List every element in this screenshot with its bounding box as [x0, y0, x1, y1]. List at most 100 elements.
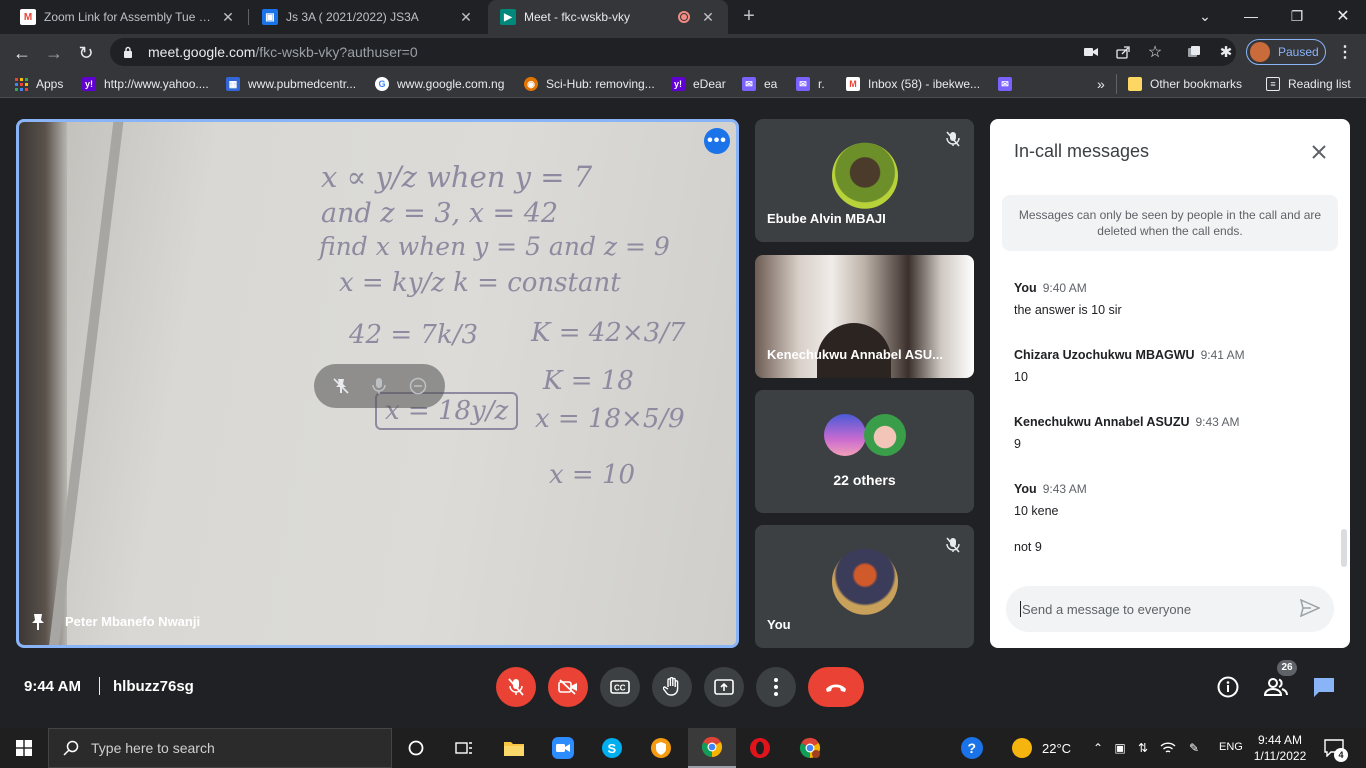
bookmark-edear[interactable]: y! eDear: [671, 75, 726, 93]
message-text: the answer is 10 sir: [1014, 303, 1122, 317]
chat-panel: In-call messages Messages can only be se…: [990, 119, 1350, 648]
raise-hand-button[interactable]: [652, 667, 692, 707]
chrome-taskbar-icon[interactable]: [688, 728, 736, 768]
bookmark-pubmed[interactable]: ▦ www.pubmedcentr...: [226, 75, 356, 93]
yahoo-icon: y!: [671, 77, 685, 91]
bookmark-label: www.pubmedcentr...: [248, 77, 357, 91]
bookmark-inbox[interactable]: M Inbox (58) - ibekwe...: [846, 75, 980, 93]
chat-icon[interactable]: [1310, 673, 1338, 701]
profile-button[interactable]: Paused: [1246, 39, 1326, 65]
reading-list-button[interactable]: ≡ Reading list: [1266, 75, 1351, 93]
more-options-button[interactable]: [756, 667, 796, 707]
windows-start-button[interactable]: [0, 728, 48, 768]
forward-button[interactable]: →: [41, 40, 67, 66]
profile-avatar: [1250, 42, 1270, 62]
taskbar-clock[interactable]: 9:44 AM 1/11/2022: [1250, 732, 1310, 764]
others-tile[interactable]: 22 others: [755, 390, 974, 513]
bookmark-apps[interactable]: Apps: [14, 75, 63, 93]
task-view-icon[interactable]: [440, 728, 488, 768]
address-bar[interactable]: meet.google.com/fkc-wskb-vky?authuser=0: [110, 38, 1236, 66]
bookmark-label: http://www.yahoo....: [104, 77, 209, 91]
folder-icon: [1128, 77, 1142, 91]
meet-tray-icon[interactable]: ▣: [1112, 740, 1128, 756]
back-button[interactable]: ←: [9, 40, 35, 66]
participant-tile[interactable]: Ebube Alvin MBAJI: [755, 119, 974, 242]
mute-participant-icon[interactable]: [368, 375, 390, 397]
tab-search-icon[interactable]: ⌄: [1182, 0, 1228, 32]
bookmark-mail[interactable]: ✉: [998, 75, 1020, 93]
close-window-button[interactable]: ✕: [1320, 0, 1366, 32]
extension-media-icon[interactable]: [1184, 42, 1204, 62]
participant-name: Kenechukwu Annabel ASU...: [767, 347, 944, 362]
chrome-profile-icon[interactable]: [786, 728, 834, 768]
bookmark-google[interactable]: G www.google.com.ng: [375, 75, 504, 93]
opera-icon[interactable]: [736, 728, 784, 768]
participant-video-tile[interactable]: Kenechukwu Annabel ASU...: [755, 255, 974, 378]
reload-button[interactable]: ↻: [73, 40, 99, 66]
new-tab-button[interactable]: +: [738, 6, 760, 28]
captions-button[interactable]: CC: [600, 667, 640, 707]
mic-off-icon: [946, 131, 962, 147]
whiteboard-line: and z = 3, x = 42: [321, 198, 559, 229]
self-tile[interactable]: You: [755, 525, 974, 648]
input-language[interactable]: ENG: [1219, 741, 1243, 753]
maximize-button[interactable]: ❐: [1274, 0, 1320, 32]
close-icon[interactable]: [1306, 139, 1332, 165]
bookmark-scihub[interactable]: ◉ Sci-Hub: removing...: [524, 75, 655, 93]
leave-call-button[interactable]: [808, 667, 864, 707]
close-tab-icon[interactable]: ✕: [700, 9, 716, 26]
skype-icon[interactable]: S: [588, 728, 636, 768]
people-icon[interactable]: [1262, 673, 1290, 701]
whiteboard-line: find x when y = 5 and z = 9: [319, 232, 670, 261]
share-icon[interactable]: [1113, 42, 1133, 62]
message-sender: Kenechukwu Annabel ASUZU: [1014, 415, 1190, 429]
chevron-up-icon[interactable]: ⌃: [1090, 740, 1106, 756]
bookmark-label: r.: [818, 77, 825, 91]
chat-message-input[interactable]: Send a message to everyone: [1006, 586, 1334, 632]
brave-vpn-icon[interactable]: [637, 728, 685, 768]
taskbar-search-box[interactable]: Type here to search: [48, 728, 392, 768]
tile-options-button[interactable]: •••: [704, 128, 730, 154]
bookmarks-overflow-button[interactable]: »: [1097, 75, 1105, 93]
close-tab-icon[interactable]: ✕: [458, 9, 474, 26]
clock-time: 9:44 AM: [1257, 733, 1303, 747]
whiteboard-line: 42 = 7k/3: [349, 320, 478, 350]
tab-meet-active[interactable]: ▶ Meet - fkc-wskb-vky ✕: [488, 0, 728, 34]
wifi-icon[interactable]: [1160, 740, 1176, 756]
send-icon[interactable]: [1299, 598, 1321, 619]
tab-gmail[interactable]: M Zoom Link for Assembly Tue - Th ✕: [8, 0, 248, 34]
bookmark-r[interactable]: ✉ r.: [796, 75, 825, 93]
apps-grid-icon: [14, 77, 28, 91]
weather-widget[interactable]: 22°C: [1012, 728, 1071, 768]
microphone-toggle-button[interactable]: [496, 667, 536, 707]
bookmark-label: Apps: [36, 77, 64, 91]
present-screen-button[interactable]: [704, 667, 744, 707]
close-tab-icon[interactable]: ✕: [220, 9, 236, 26]
chrome-menu-icon[interactable]: ⋮: [1335, 42, 1355, 62]
bookmark-ea[interactable]: ✉ ea: [742, 75, 777, 93]
extensions-puzzle-icon[interactable]: ✱: [1216, 42, 1236, 62]
other-bookmarks-folder[interactable]: Other bookmarks: [1128, 75, 1242, 93]
main-speaker-tile[interactable]: x ∝ y/z when y = 7 and z = 3, x = 42 fin…: [16, 119, 739, 648]
bookmark-label: Other bookmarks: [1150, 77, 1243, 91]
chat-scrollbar[interactable]: [1341, 529, 1347, 567]
cortana-icon[interactable]: [392, 728, 440, 768]
avatar: [831, 548, 898, 615]
network-activity-icon[interactable]: ⇅: [1135, 740, 1151, 756]
camera-toggle-button[interactable]: [548, 667, 588, 707]
camera-in-use-icon[interactable]: [1081, 42, 1101, 62]
zoom-app-icon[interactable]: [539, 728, 587, 768]
help-icon[interactable]: ?: [960, 736, 984, 760]
chat-message: You 9:43 AM 10 kene not 9: [1014, 482, 1087, 554]
file-explorer-icon[interactable]: [490, 728, 538, 768]
tab-classroom[interactable]: ▣ Js 3A ( 2021/2022) JS3A ✕: [250, 0, 486, 34]
minimize-button[interactable]: —: [1228, 0, 1274, 32]
pen-icon[interactable]: ✎: [1186, 740, 1202, 756]
bookmark-star-icon[interactable]: ☆: [1145, 42, 1165, 62]
unpin-icon[interactable]: [330, 375, 352, 397]
remove-icon[interactable]: [407, 375, 429, 397]
chat-message: Chizara Uzochukwu MBAGWU 9:41 AM 10: [1014, 348, 1245, 384]
avatar: [831, 142, 898, 209]
meeting-details-icon[interactable]: [1214, 673, 1242, 701]
bookmark-yahoo[interactable]: y! http://www.yahoo....: [82, 75, 209, 93]
